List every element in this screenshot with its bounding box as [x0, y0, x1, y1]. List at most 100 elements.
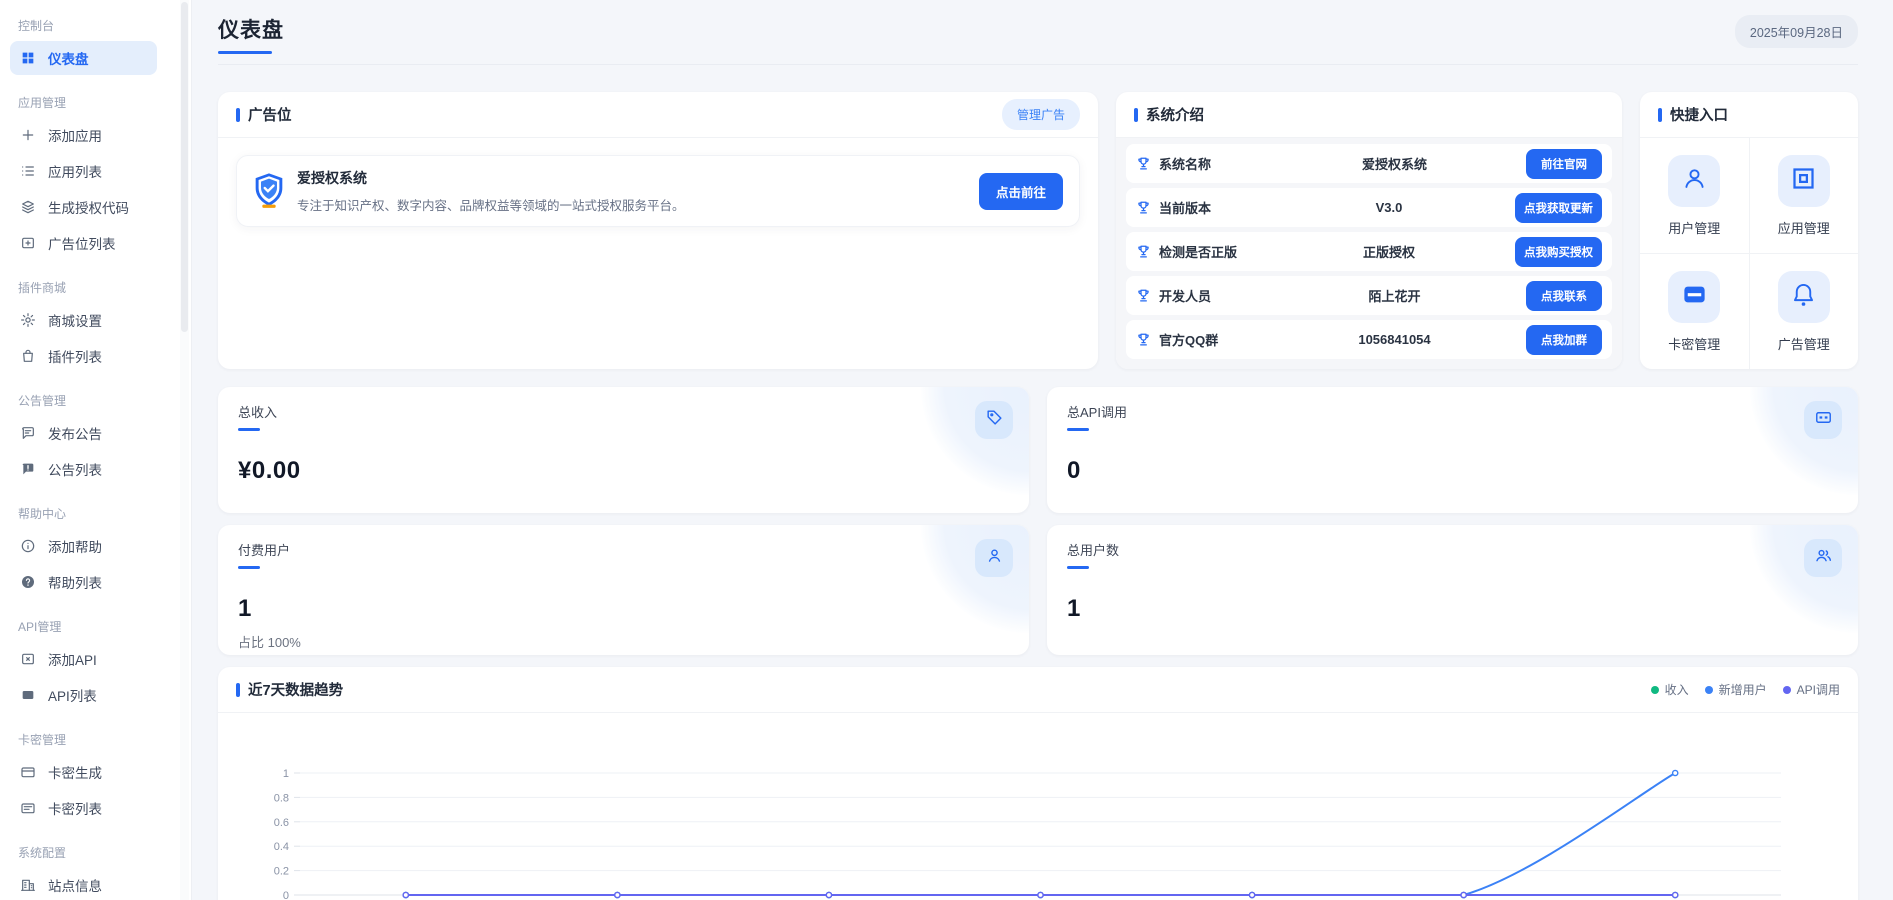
sidebar-item-label: API列表 [48, 685, 97, 705]
sidebar-item-label: 商城设置 [48, 310, 102, 330]
system-card-title: 系统介绍 [1146, 104, 1204, 125]
card-list-icon [20, 800, 36, 816]
sidebar-item-label: 应用列表 [48, 161, 102, 181]
system-row-genuine-check: 检测是否正版正版授权点我购买授权 [1126, 232, 1612, 271]
chart-title: 近7天数据趋势 [248, 679, 343, 700]
sidebar-item-api-list[interactable]: API列表 [10, 678, 157, 712]
system-row-label: 官方QQ群 [1159, 330, 1263, 349]
sidebar-nav: 控制台仪表盘应用管理添加应用应用列表生成授权代码广告位列表插件商城商城设置插件列… [0, 0, 191, 900]
page-title: 仪表盘 [218, 14, 284, 44]
system-intro-card: 系统介绍 系统名称爱授权系统前往官网当前版本V3.0点我获取更新检测是否正版正版… [1116, 92, 1622, 369]
system-row-label: 开发人员 [1159, 286, 1263, 305]
sidebar-item-card-list[interactable]: 卡密列表 [10, 791, 157, 825]
quick-entry-user-manage[interactable]: 用户管理 [1640, 138, 1749, 253]
stat-label-underline [1067, 428, 1089, 431]
api-card-icon [1814, 408, 1833, 432]
system-row-current-version: 当前版本V3.0点我获取更新 [1126, 188, 1612, 227]
user-check-icon [985, 546, 1004, 570]
stat-card-total-api-calls: 总API调用 0 [1047, 387, 1858, 513]
system-row-system-name: 系统名称爱授权系统前往官网 [1126, 144, 1612, 183]
legend-dot [1783, 686, 1791, 694]
system-row-button-system-name[interactable]: 前往官网 [1526, 149, 1602, 179]
manage-ads-button[interactable]: 管理广告 [1002, 99, 1080, 130]
dashboard-grid-icon [20, 50, 36, 66]
sidebar-item-publish-notice[interactable]: 发布公告 [10, 416, 157, 450]
sidebar-item-label: 卡密生成 [48, 762, 102, 782]
legend-item-新增用户[interactable]: 新增用户 [1705, 681, 1767, 698]
chat-icon [20, 425, 36, 441]
quick-card-title: 快捷入口 [1670, 104, 1728, 125]
stat-subtext: 占比 100% [238, 632, 1009, 651]
sidebar-scrollbar-thumb[interactable] [181, 2, 188, 332]
main-content: 仪表盘 2025年09月28日 广告位 管理广告 爱授权系统 专注于知识产权、数… [192, 0, 1893, 900]
quick-entry-label: 卡密管理 [1668, 334, 1720, 353]
system-row-button-current-version[interactable]: 点我获取更新 [1515, 193, 1602, 223]
svg-text:0.8: 0.8 [274, 792, 289, 804]
sidebar-item-add-help[interactable]: 添加帮助 [10, 529, 157, 563]
ad-card-title: 广告位 [248, 104, 292, 125]
svg-text:0: 0 [283, 890, 289, 900]
quick-entry-card-manage[interactable]: 卡密管理 [1640, 254, 1749, 369]
system-row-button-developer[interactable]: 点我联系 [1526, 281, 1602, 311]
sidebar-item-card-gen[interactable]: 卡密生成 [10, 755, 157, 789]
quick-entry-label: 广告管理 [1778, 334, 1830, 353]
sidebar: 控制台仪表盘应用管理添加应用应用列表生成授权代码广告位列表插件商城商城设置插件列… [0, 0, 192, 900]
layers-icon [20, 199, 36, 215]
stat-label-underline [238, 566, 260, 569]
system-row-value: 爱授权系统 [1263, 154, 1526, 173]
stat-card-paid-users: 付费用户1占比 100% [218, 525, 1029, 655]
quick-entry-app-manage[interactable]: 应用管理 [1750, 138, 1859, 253]
sidebar-item-add-api[interactable]: 添加API [10, 642, 157, 676]
stat-label-underline [1067, 566, 1089, 569]
stat-value: 0 [1067, 457, 1838, 485]
box-x-icon [20, 651, 36, 667]
sidebar-item-label: 添加API [48, 649, 97, 669]
svg-text:0.2: 0.2 [274, 866, 289, 878]
stat-label: 总用户数 [1067, 540, 1838, 559]
info-icon [20, 538, 36, 554]
sidebar-item-plugin-list[interactable]: 插件列表 [10, 339, 157, 373]
sidebar-section-label: 插件商城 [0, 262, 191, 303]
sidebar-item-shop-settings[interactable]: 商城设置 [10, 303, 157, 337]
stat-label: 总API调用 [1067, 402, 1838, 421]
legend-label: API调用 [1797, 681, 1840, 698]
system-row-label: 检测是否正版 [1159, 242, 1263, 261]
sidebar-item-label: 站点信息 [48, 875, 102, 895]
gear-icon [20, 312, 36, 328]
ad-slot-icon [20, 235, 36, 251]
bag-icon [20, 348, 36, 364]
sidebar-section-label: 控制台 [0, 0, 191, 41]
sidebar-item-notice-list[interactable]: 公告列表 [10, 452, 157, 486]
sidebar-item-dashboard[interactable]: 仪表盘 [10, 41, 157, 75]
trophy-icon [1136, 156, 1151, 171]
sidebar-section-label: 帮助中心 [0, 488, 191, 529]
ad-item[interactable]: 爱授权系统 专注于知识产权、数字内容、品牌权益等领域的一站式授权服务平台。 点击… [236, 155, 1080, 227]
quick-entry-ad-manage[interactable]: 广告管理 [1750, 254, 1859, 369]
sidebar-item-site-info[interactable]: 站点信息 [10, 868, 157, 900]
svg-text:0.6: 0.6 [274, 817, 289, 829]
sidebar-item-help-list[interactable]: 帮助列表 [10, 565, 157, 599]
system-row-button-qq-group[interactable]: 点我加群 [1526, 325, 1602, 355]
card-accent-bar [236, 108, 240, 122]
system-row-value: 正版授权 [1263, 242, 1515, 261]
quick-entry-card: 快捷入口 用户管理应用管理卡密管理 广告管理 [1640, 92, 1858, 369]
card-icon [20, 764, 36, 780]
legend-item-收入[interactable]: 收入 [1651, 681, 1689, 698]
stat-card-total-users: 总用户数1 [1047, 525, 1858, 655]
card-manage-icon [1681, 281, 1708, 313]
sidebar-item-add-app[interactable]: 添加应用 [10, 118, 157, 152]
sidebar-section-label: 系统配置 [0, 827, 191, 868]
sidebar-scrollbar[interactable] [180, 0, 189, 900]
sidebar-item-label: 帮助列表 [48, 572, 102, 592]
sidebar-item-app-list[interactable]: 应用列表 [10, 154, 157, 188]
sidebar-item-gen-auth-code[interactable]: 生成授权代码 [10, 190, 157, 224]
system-row-button-genuine-check[interactable]: 点我购买授权 [1515, 237, 1602, 267]
card-accent-bar [236, 683, 240, 697]
sidebar-item-ad-slot-list[interactable]: 广告位列表 [10, 226, 157, 260]
sidebar-section-label: 应用管理 [0, 77, 191, 118]
ad-go-button[interactable]: 点击前往 [979, 173, 1063, 210]
user-icon [1681, 165, 1708, 197]
legend-item-API调用[interactable]: API调用 [1783, 681, 1840, 698]
sidebar-item-label: 插件列表 [48, 346, 102, 366]
ad-item-description: 专注于知识产权、数字内容、品牌权益等领域的一站式授权服务平台。 [297, 195, 685, 214]
